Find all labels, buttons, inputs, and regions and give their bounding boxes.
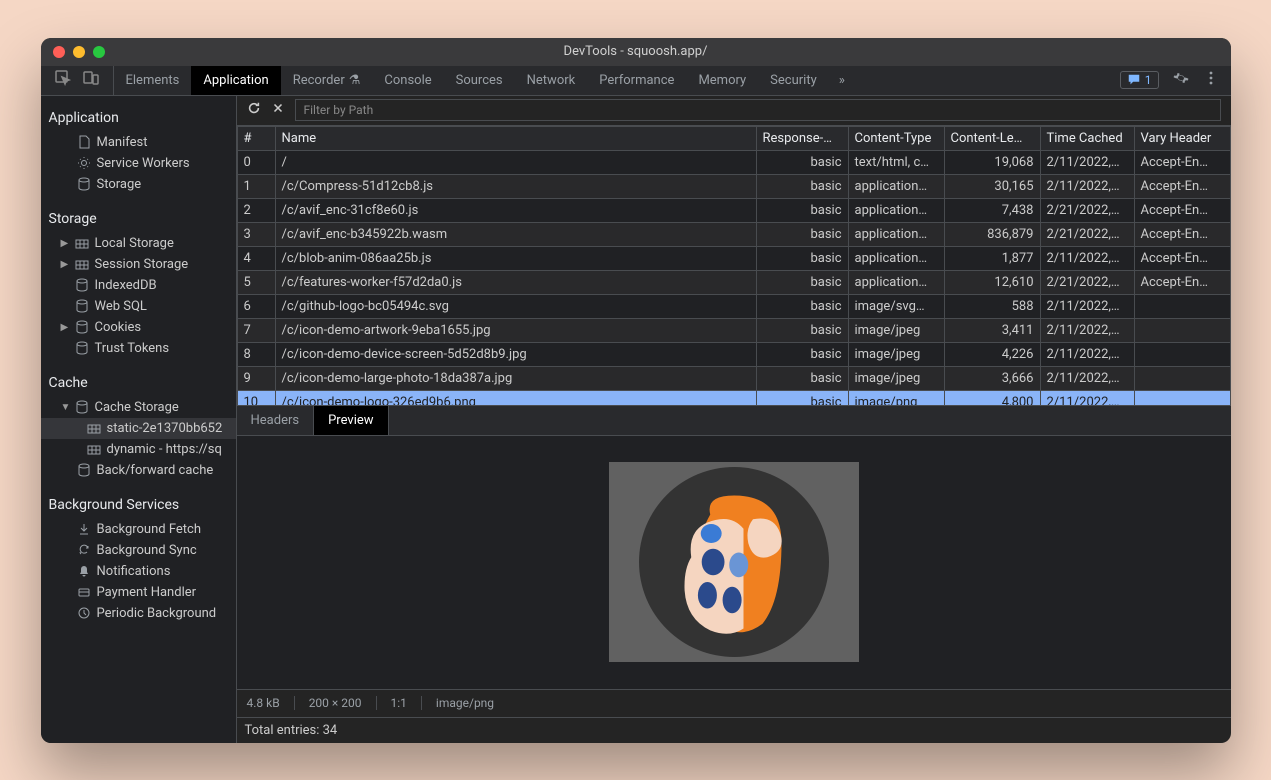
sidebar-item-service-workers[interactable]: Service Workers — [41, 153, 236, 174]
col-header[interactable]: Content-Type — [848, 126, 944, 150]
table-row[interactable]: 1/c/Compress-51d12cb8.jsbasicapplication… — [237, 174, 1230, 198]
status-footer: Total entries: 34 — [237, 717, 1231, 743]
settings-icon[interactable] — [1173, 70, 1189, 90]
kebab-menu-icon[interactable] — [1203, 70, 1219, 90]
cache-storage-node[interactable]: ▼Cache Storage — [41, 397, 236, 418]
sidebar-item-cookies[interactable]: ▶Cookies — [41, 317, 236, 338]
sidebar-item-indexeddb[interactable]: IndexedDB — [41, 275, 236, 296]
table-row[interactable]: 8/c/icon-demo-device-screen-5d52d8b9.jpg… — [237, 342, 1230, 366]
table-row[interactable]: 9/c/icon-demo-large-photo-18da387a.jpgba… — [237, 366, 1230, 390]
inspect-icon[interactable] — [55, 70, 71, 90]
tab-performance[interactable]: Performance — [587, 66, 686, 95]
col-header[interactable]: Time Cached — [1040, 126, 1134, 150]
tab-security[interactable]: Security — [758, 66, 829, 95]
sidebar-item-session-storage[interactable]: ▶Session Storage — [41, 254, 236, 275]
table-row[interactable]: 6/c/github-logo-bc05494c.svgbasicimage/s… — [237, 294, 1230, 318]
application-sidebar: Application ManifestService WorkersStora… — [41, 96, 237, 743]
col-header[interactable]: Name — [275, 126, 756, 150]
refresh-icon[interactable] — [247, 101, 261, 119]
detail-tab-preview[interactable]: Preview — [314, 406, 388, 435]
squoosh-logo-icon — [639, 467, 829, 657]
preview-panel: 4.8 kB 200 × 200 1:1 image/png — [237, 436, 1231, 717]
table-row[interactable]: 7/c/icon-demo-artwork-9eba1655.jpgbasici… — [237, 318, 1230, 342]
sidebar-item-payment-handler[interactable]: Payment Handler — [41, 582, 236, 603]
tab-memory[interactable]: Memory — [686, 66, 758, 95]
table-row[interactable]: 5/c/features-worker-f57d2da0.jsbasicappl… — [237, 270, 1230, 294]
tab-recorder[interactable]: Recorder⚗ — [281, 66, 373, 95]
tab-application[interactable]: Application — [191, 66, 280, 95]
main-toolbar: ElementsApplicationRecorder⚗ConsoleSourc… — [41, 66, 1231, 96]
table-row[interactable]: 2/c/avif_enc-31cf8e60.jsbasicapplication… — [237, 198, 1230, 222]
preview-ratio: 1:1 — [391, 696, 422, 710]
sidebar-item-local-storage[interactable]: ▶Local Storage — [41, 233, 236, 254]
sidebar-item-background-fetch[interactable]: Background Fetch — [41, 519, 236, 540]
tab-elements[interactable]: Elements — [114, 66, 192, 95]
section-cache: Cache — [41, 369, 236, 397]
messages-badge[interactable]: 1 — [1120, 71, 1159, 89]
cache-entry[interactable]: static-2e1370bb652 — [41, 418, 236, 439]
sidebar-item-background-sync[interactable]: Background Sync — [41, 540, 236, 561]
main-panel: #NameResponse-…Content-TypeContent-Le…Ti… — [237, 96, 1231, 743]
sidebar-item-manifest[interactable]: Manifest — [41, 132, 236, 153]
window-title: DevTools - squoosh.app/ — [41, 44, 1231, 59]
filter-input[interactable] — [295, 99, 1221, 121]
col-header[interactable]: Vary Header — [1134, 126, 1230, 150]
device-icon[interactable] — [83, 70, 99, 90]
table-row[interactable]: 3/c/avif_enc-b345922b.wasmbasicapplicati… — [237, 222, 1230, 246]
preview-meta: 4.8 kB 200 × 200 1:1 image/png — [237, 689, 1231, 717]
section-storage: Storage — [41, 205, 236, 233]
section-background: Background Services — [41, 491, 236, 519]
preview-dims: 200 × 200 — [309, 696, 377, 710]
section-application: Application — [41, 104, 236, 132]
table-row[interactable]: 4/c/blob-anim-086aa25b.jsbasicapplicatio… — [237, 246, 1230, 270]
sidebar-item-web-sql[interactable]: Web SQL — [41, 296, 236, 317]
preview-mime: image/png — [436, 696, 508, 710]
more-tabs-icon[interactable]: » — [829, 66, 855, 95]
preview-image — [609, 462, 859, 662]
clear-icon[interactable] — [271, 101, 285, 119]
preview-size: 4.8 kB — [247, 696, 295, 710]
sidebar-item-storage[interactable]: Storage — [41, 174, 236, 195]
cache-entries-table[interactable]: #NameResponse-…Content-TypeContent-Le…Ti… — [237, 126, 1231, 406]
titlebar: DevTools - squoosh.app/ — [41, 38, 1231, 66]
bf-cache-node[interactable]: Back/forward cache — [41, 460, 236, 481]
tab-console[interactable]: Console — [372, 66, 443, 95]
sidebar-item-trust-tokens[interactable]: Trust Tokens — [41, 338, 236, 359]
detail-tab-headers[interactable]: Headers — [237, 406, 315, 435]
devtools-window: DevTools - squoosh.app/ ElementsApplicat… — [41, 38, 1231, 743]
cache-entry[interactable]: dynamic - https://sq — [41, 439, 236, 460]
col-header[interactable]: # — [237, 126, 275, 150]
col-header[interactable]: Response-… — [756, 126, 848, 150]
col-header[interactable]: Content-Le… — [944, 126, 1040, 150]
sidebar-item-notifications[interactable]: Notifications — [41, 561, 236, 582]
tab-sources[interactable]: Sources — [444, 66, 515, 95]
tab-network[interactable]: Network — [515, 66, 588, 95]
table-row[interactable]: 0/basictext/html, c…19,0682/11/2022,…Acc… — [237, 150, 1230, 174]
messages-count: 1 — [1145, 73, 1152, 87]
sidebar-item-periodic-background[interactable]: Periodic Background — [41, 603, 236, 624]
table-row[interactable]: 10/c/icon-demo-logo-326ed9b6.pngbasicima… — [237, 390, 1230, 406]
